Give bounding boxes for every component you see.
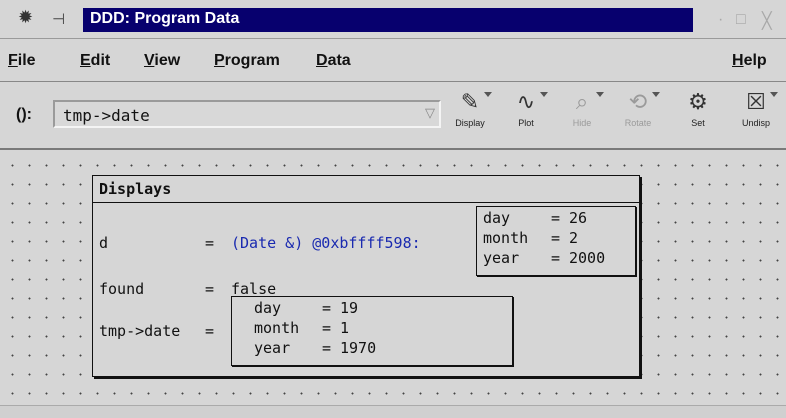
plot-button[interactable]: ∿ Plot	[500, 88, 552, 142]
struct-field-equals: =	[322, 339, 332, 357]
display-d-equals: =	[205, 234, 215, 252]
plot-button-label: Plot	[518, 118, 534, 128]
struct-field-value[interactable]: 26	[569, 209, 587, 227]
argument-label: ():	[16, 106, 32, 123]
struct-field-value[interactable]: 1970	[340, 339, 376, 357]
chevron-down-icon[interactable]: ▽	[421, 102, 439, 126]
rotate-button-label: Rotate	[624, 118, 652, 128]
menu-edit[interactable]: Edit	[80, 52, 110, 70]
menu-data-label: ata	[327, 52, 351, 69]
struct-field-name: year	[483, 249, 520, 267]
displays-title: Displays	[99, 180, 172, 198]
struct-field-value[interactable]: 2	[569, 229, 578, 247]
display-menu-caret[interactable]	[484, 92, 492, 97]
close-icon[interactable]: ╳	[762, 11, 772, 31]
window-title: DDD: Program Data	[90, 10, 240, 27]
struct-field-equals: =	[551, 249, 561, 267]
menu-program-mnemonic: P	[214, 52, 225, 69]
display-tmp-date-struct[interactable]: day = 19 month = 1 year = 1970	[231, 296, 513, 366]
menu-file[interactable]: File	[8, 52, 36, 70]
struct-field-name: day	[483, 209, 511, 227]
struct-field-name: day	[254, 299, 282, 317]
set-button-label: Set	[691, 118, 705, 128]
hide-button[interactable]: ⌕ Hide	[556, 88, 608, 142]
horizontal-scrollbar[interactable]	[0, 405, 786, 418]
rotate-button[interactable]: ⟲ Rotate	[612, 88, 664, 142]
struct-field-name: month	[254, 319, 300, 337]
argument-value: tmp->date	[63, 106, 150, 125]
display-tmp-date-equals: =	[205, 322, 215, 340]
display-button[interactable]: ✎ Display	[444, 88, 496, 142]
pin-icon[interactable]: ⊣	[52, 10, 65, 28]
display-found-equals: =	[205, 280, 215, 298]
plot-menu-caret[interactable]	[540, 92, 548, 97]
undisp-button-label: Undisp	[741, 118, 770, 128]
struct-field-value[interactable]: 2000	[569, 249, 605, 267]
menu-file-mnemonic: F	[8, 52, 18, 69]
maximize-icon[interactable]: □	[736, 11, 746, 29]
minimize-icon[interactable]: ·	[718, 11, 723, 29]
set-button[interactable]: ⚙ Set	[672, 88, 724, 142]
menubar: File Edit View Program Data Help	[0, 39, 786, 82]
hide-menu-caret[interactable]	[596, 92, 604, 97]
display-found-name[interactable]: found	[99, 280, 144, 298]
menu-help[interactable]: Help	[732, 52, 767, 70]
displays-panel[interactable]: Displays d = (Date &) @0xbffff598: day =…	[92, 175, 640, 377]
struct-field-value[interactable]: 1	[340, 319, 349, 337]
set-icon: ⚙	[688, 90, 708, 115]
displays-title-divider	[93, 202, 639, 203]
undisp-menu-caret[interactable]	[770, 92, 778, 97]
struct-field-equals: =	[322, 319, 332, 337]
struct-field-equals: =	[551, 229, 561, 247]
menu-view-label: iew	[154, 52, 181, 69]
menu-edit-mnemonic: E	[80, 52, 91, 69]
struct-field-value[interactable]: 19	[340, 299, 358, 317]
menu-view-mnemonic: V	[144, 52, 155, 69]
menu-data[interactable]: Data	[316, 52, 351, 70]
struct-field-equals: =	[322, 299, 332, 317]
toolbar: (): tmp->date ▽ ✎ Display ∿ Plot ⌕ Hide …	[0, 82, 786, 150]
app-menu-icon[interactable]: ✹	[18, 9, 33, 27]
struct-field-name: month	[483, 229, 529, 247]
menu-edit-label: dit	[90, 52, 111, 69]
window-titlebar: ✹ ⊣ DDD: Program Data · □ ╳	[0, 0, 786, 39]
hide-button-label: Hide	[572, 118, 592, 128]
struct-field-equals: =	[551, 209, 561, 227]
argument-field[interactable]: tmp->date ▽	[53, 100, 441, 128]
menu-view[interactable]: View	[144, 52, 180, 70]
menu-program[interactable]: Program	[214, 52, 280, 70]
menu-program-label: rogram	[224, 52, 280, 69]
rotate-menu-caret[interactable]	[652, 92, 660, 97]
display-tmp-date-name[interactable]: tmp->date	[99, 322, 180, 340]
struct-field-name: year	[254, 339, 291, 357]
display-d-pointer-value[interactable]: (Date &) @0xbffff598:	[231, 234, 421, 252]
display-d-struct[interactable]: day = 26 month = 2 year = 2000	[476, 206, 636, 276]
menu-file-label: ile	[17, 52, 36, 69]
display-d-name[interactable]: d	[99, 234, 108, 252]
menu-help-mnemonic: H	[732, 52, 744, 69]
menu-help-label: elp	[743, 52, 767, 69]
menu-data-mnemonic: D	[316, 52, 328, 69]
display-button-label: Display	[455, 118, 485, 128]
undisp-button[interactable]: ☒ Undisp	[730, 88, 782, 142]
